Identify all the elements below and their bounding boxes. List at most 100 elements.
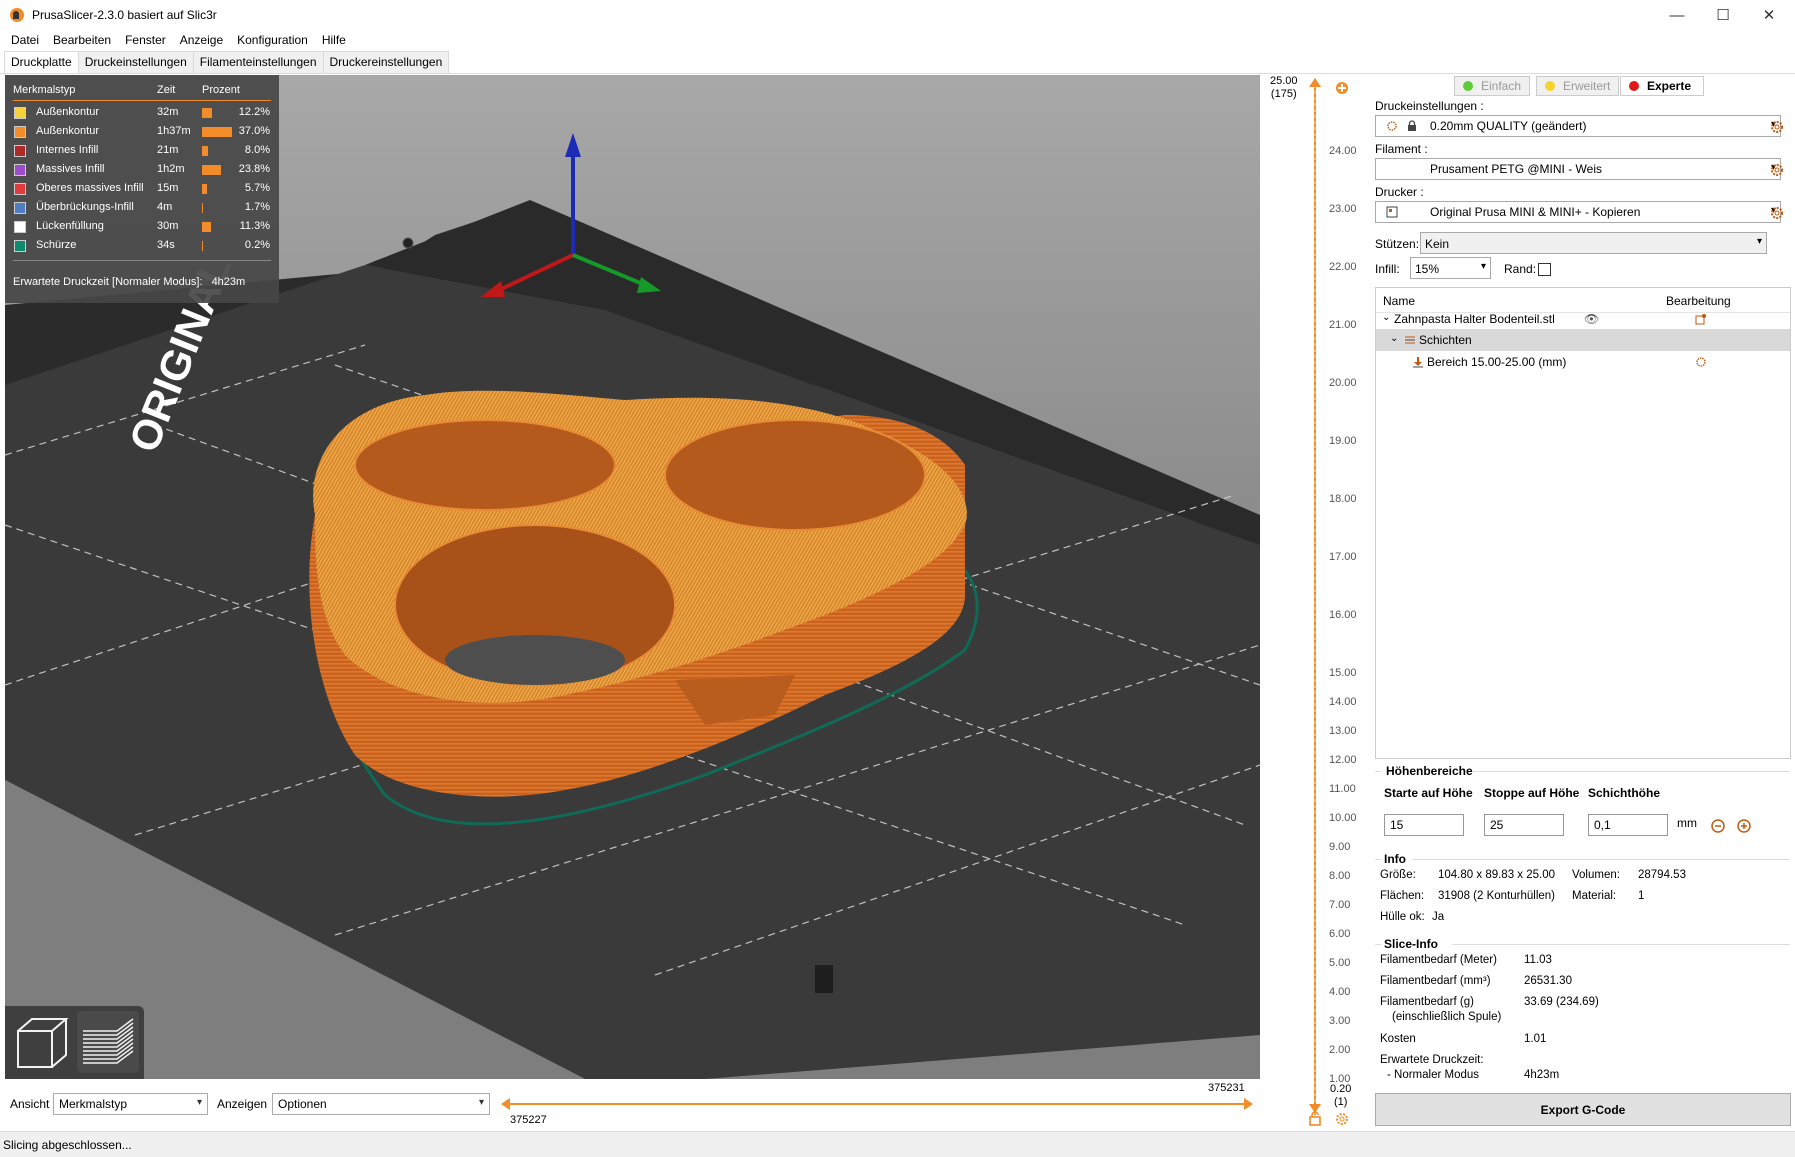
filament-volume-label: Filamentbedarf (mm³): [1380, 975, 1491, 987]
object-row[interactable]: ⌄ Zahnpasta Halter Bodenteil.stl 👁: [1376, 308, 1790, 330]
tab-druckeinstellungen[interactable]: Druckeinstellungen: [77, 51, 194, 73]
legend-row[interactable]: Außenkontur 1h37m 37.0%: [5, 123, 279, 142]
infill-combo[interactable]: 15% ▾: [1410, 257, 1491, 279]
legend-feature-name: Überbrückungs-Infill: [36, 201, 134, 213]
layer-height-input[interactable]: 0,1: [1588, 814, 1668, 836]
slider-tick-label: 16.00: [1329, 609, 1357, 621]
tab-druckereinstellungen[interactable]: Druckereinstellungen: [322, 51, 450, 73]
slider-tick-label: 8.00: [1329, 870, 1351, 882]
legend-row[interactable]: Schürze 34s 0.2%: [5, 237, 279, 256]
status-bar: Slicing abgeschlossen...: [0, 1131, 1795, 1157]
view-type-value: Merkmalstyp: [59, 1097, 128, 1111]
filament-combo[interactable]: Prusament PETG @MINI - Weis ▾: [1375, 158, 1781, 180]
layers-row[interactable]: ⌄ Schichten: [1376, 329, 1790, 351]
filament-gear-icon[interactable]: [1770, 163, 1784, 177]
unit-label: mm: [1677, 816, 1697, 830]
eye-icon[interactable]: 👁: [1584, 312, 1599, 326]
legend-feature-percent: 8.0%: [244, 144, 270, 156]
menu-anzeige[interactable]: Anzeige: [173, 33, 230, 47]
tab-druckplatte[interactable]: Druckplatte: [4, 51, 79, 73]
legend-row[interactable]: Lückenfüllung 30m 11.3%: [5, 218, 279, 237]
print-settings-gear-icon[interactable]: [1770, 120, 1784, 134]
legend-swatch: [14, 240, 26, 252]
legend-percent-bar: [202, 146, 209, 156]
lock-icon[interactable]: [1308, 1111, 1322, 1127]
info-size-value: 104.80 x 89.83 x 25.00: [1438, 869, 1556, 881]
chevron-down-icon[interactable]: ⌄: [1382, 312, 1390, 323]
tab-filamenteinstellungen[interactable]: Filamenteinstellungen: [192, 51, 324, 73]
legend-feature-time: 32m: [157, 106, 179, 118]
print-time-mode: - Normaler Modus: [1387, 1069, 1480, 1081]
remove-range-icon[interactable]: [1710, 818, 1726, 834]
menu-konfiguration[interactable]: Konfiguration: [230, 33, 315, 47]
filament-weight-sublabel: (einschließlich Spule): [1392, 1011, 1502, 1023]
layer-height-slider[interactable]: 25.00 (175) 24.00 23.00 22.00 21.00 20.00 19.…: [1262, 75, 1360, 1131]
horizontal-move-slider[interactable]: [498, 1079, 1258, 1131]
chevron-down-icon[interactable]: ⌄: [1390, 333, 1398, 344]
slider-tick-label: 20.00: [1329, 377, 1357, 389]
printer-combo[interactable]: Original Prusa MINI & MINI+ - Kopieren ▾: [1375, 201, 1781, 223]
mode-advanced-button[interactable]: Erweitert: [1536, 76, 1620, 96]
legend-feature-time: 1h2m: [157, 163, 185, 175]
infill-label: Infill:: [1375, 262, 1400, 276]
legend-row[interactable]: Oberes massives Infill 15m 5.7%: [5, 180, 279, 199]
slider-top-height: 25.00: [1270, 75, 1298, 87]
legend-swatch: [14, 164, 26, 176]
brim-checkbox[interactable]: [1538, 263, 1551, 276]
printer-gear-icon[interactable]: [1770, 206, 1784, 220]
slider-tick-label: 6.00: [1329, 928, 1351, 940]
legend-footer: Erwartete Druckzeit [Normaler Modus]: 4h…: [13, 276, 245, 288]
legend-feature-name: Außenkontur: [36, 106, 99, 118]
show-options-select[interactable]: Optionen ▾: [272, 1093, 490, 1115]
slider-tick-label: 14.00: [1329, 696, 1357, 708]
menu-bearbeiten[interactable]: Bearbeiten: [46, 33, 118, 47]
filament-value: Prusament PETG @MINI - Weis: [1430, 162, 1602, 176]
legend-header-type: Merkmalstyp: [13, 84, 76, 96]
menu-datei[interactable]: Datei: [4, 33, 46, 47]
legend-row[interactable]: Überbrückungs-Infill 4m 1.7%: [5, 199, 279, 218]
view-3d-button[interactable]: [10, 1011, 72, 1073]
print-time-label: Erwartete Druckzeit:: [1380, 1054, 1484, 1066]
close-button[interactable]: ✕: [1746, 0, 1792, 30]
slider-tick-label: 11.00: [1329, 783, 1356, 795]
cog-icon[interactable]: [1334, 1111, 1350, 1127]
legend-footer-label: Erwartete Druckzeit [Normaler Modus]:: [13, 276, 203, 288]
height-range-icon: [1413, 357, 1423, 368]
cog-icon[interactable]: [1695, 356, 1707, 368]
stop-height-label: Stoppe auf Höhe: [1484, 786, 1580, 800]
mode-advanced-label: Erweitert: [1563, 79, 1611, 93]
legend-row[interactable]: Außenkontur 32m 12.2%: [5, 104, 279, 123]
edit-settings-icon[interactable]: [1695, 313, 1707, 325]
legend-row[interactable]: Internes Infill 21m 8.0%: [5, 142, 279, 161]
vertical-slider-track: [1309, 78, 1348, 1115]
infill-value: 15%: [1415, 262, 1440, 276]
object-name: Zahnpasta Halter Bodenteil.stl: [1394, 312, 1555, 326]
print-settings-combo[interactable]: 0.20mm QUALITY (geändert) ▾: [1375, 115, 1781, 137]
mode-expert-button[interactable]: Experte: [1620, 76, 1704, 96]
yellow-dot-icon: [1545, 81, 1555, 91]
menu-hilfe[interactable]: Hilfe: [315, 33, 353, 47]
slider-tick-label: 13.00: [1329, 725, 1357, 737]
legend-panel: Merkmalstyp Zeit Prozent Außenkontur 32m 1…: [5, 75, 279, 303]
legend-feature-time: 1h37m: [157, 125, 191, 137]
info-manifold-value: Ja: [1432, 911, 1445, 923]
menu-fenster[interactable]: Fenster: [118, 33, 173, 47]
minimize-button[interactable]: —: [1654, 0, 1700, 30]
supports-select[interactable]: Kein ▾: [1420, 232, 1767, 254]
legend-feature-time: 34s: [157, 239, 175, 251]
range-row[interactable]: Bereich 15.00-25.00 (mm): [1376, 351, 1790, 373]
maximize-button[interactable]: ☐: [1700, 0, 1746, 30]
print-settings-value: 0.20mm QUALITY (geändert): [1430, 119, 1587, 133]
legend-row[interactable]: Massives Infill 1h2m 23.8%: [5, 161, 279, 180]
stop-height-input[interactable]: 25: [1484, 814, 1564, 836]
hslider-min-value: 375227: [510, 1114, 547, 1126]
add-range-icon[interactable]: [1736, 818, 1752, 834]
layer-height-label: Schichthöhe: [1588, 786, 1661, 800]
start-height-input[interactable]: 15: [1384, 814, 1464, 836]
legend-footer-divider: [13, 260, 271, 261]
export-gcode-button[interactable]: Export G-Code: [1375, 1093, 1791, 1126]
mode-simple-button[interactable]: Einfach: [1454, 76, 1531, 96]
view-layers-button[interactable]: [77, 1011, 139, 1073]
view-type-select[interactable]: Merkmalstyp ▾: [53, 1093, 208, 1115]
slider-tick-label: 12.00: [1329, 754, 1357, 766]
